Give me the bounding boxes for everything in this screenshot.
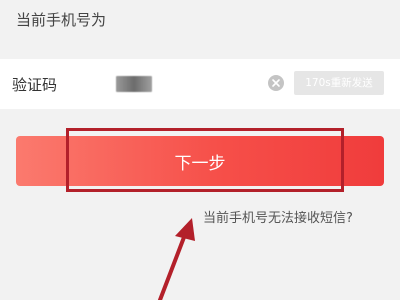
annotation-arrow bbox=[158, 218, 195, 300]
